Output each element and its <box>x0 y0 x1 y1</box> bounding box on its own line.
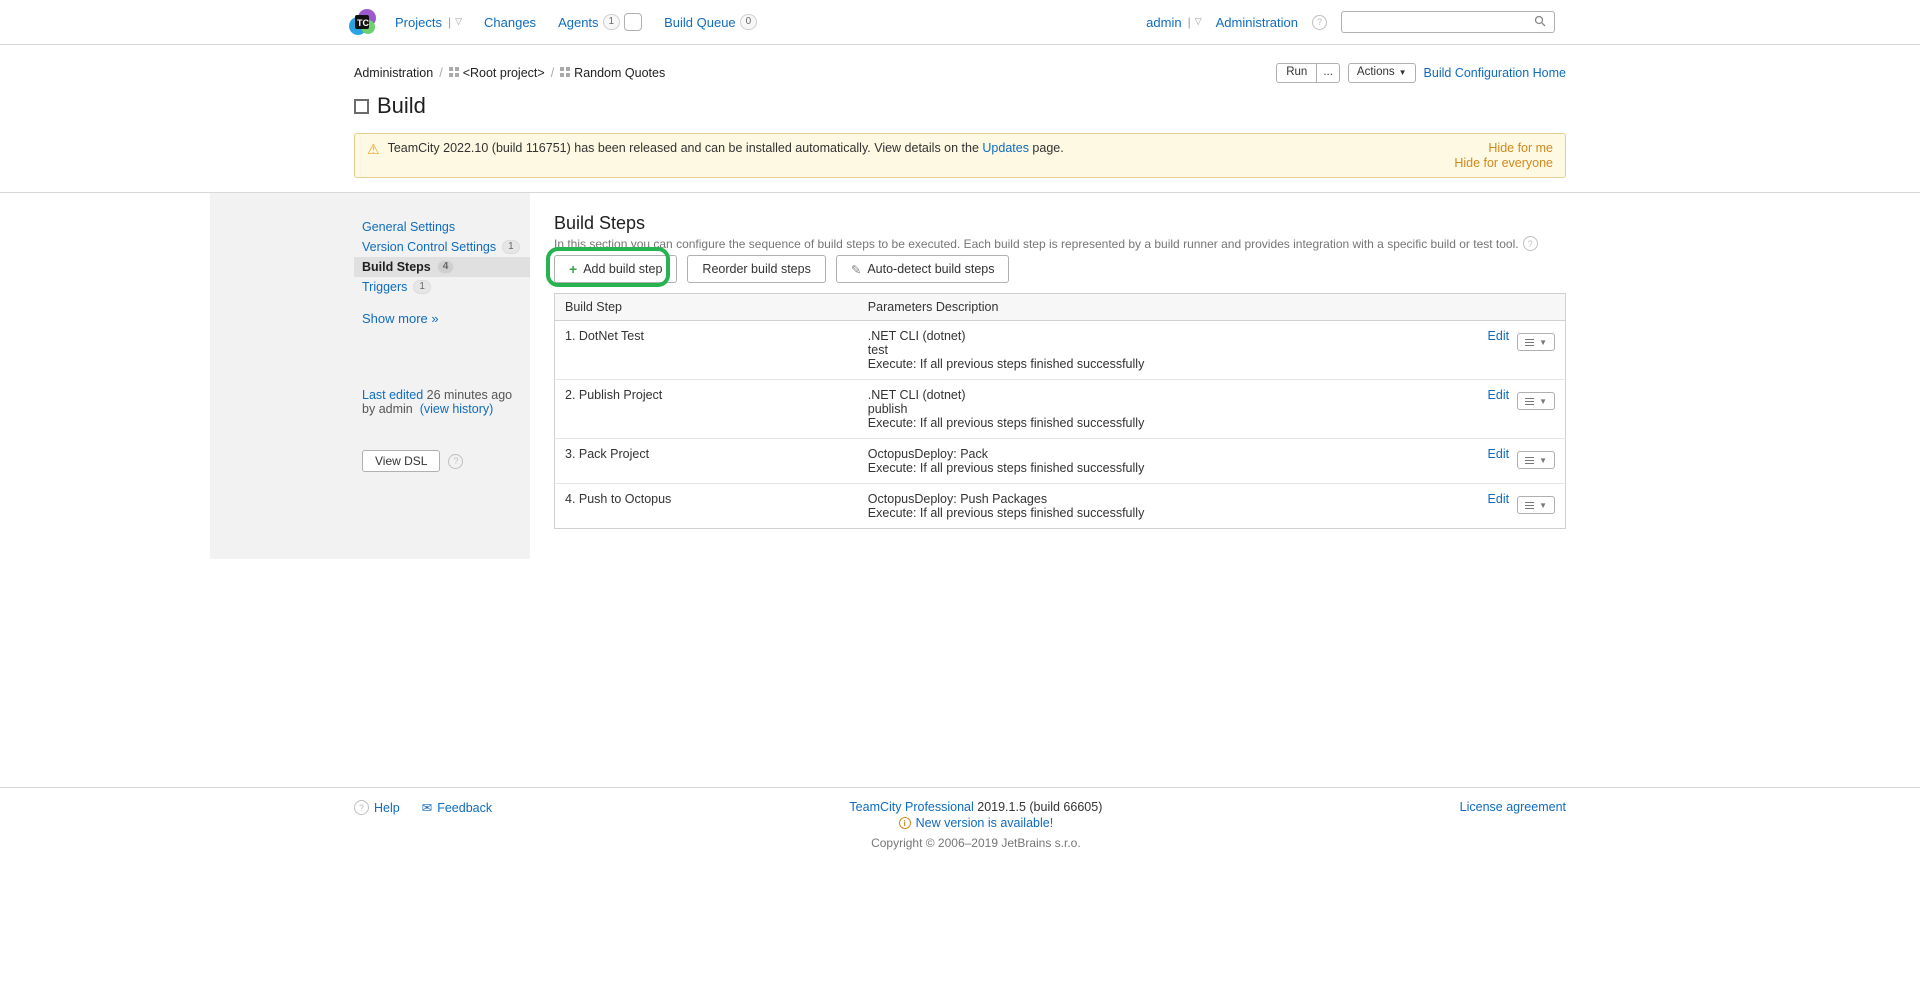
table-row: 1. DotNet Test.NET CLI (dotnet)testExecu… <box>555 321 1566 380</box>
search-box[interactable] <box>1341 11 1555 33</box>
hide-for-everyone-link[interactable]: Hide for everyone <box>1454 156 1553 170</box>
plus-icon: + <box>569 261 577 277</box>
view-dsl-button[interactable]: View DSL <box>362 450 440 472</box>
hide-for-me-link[interactable]: Hide for me <box>1454 141 1553 155</box>
svg-text:TC: TC <box>357 18 369 28</box>
row-menu-button[interactable]: ▼ <box>1517 451 1555 469</box>
help-icon[interactable]: ? <box>1523 236 1538 251</box>
row-menu-button[interactable]: ▼ <box>1517 333 1555 351</box>
sidebar-item-version-control-settings[interactable]: Version Control Settings 1 <box>354 237 530 257</box>
sidebar: General SettingsVersion Control Settings… <box>210 193 530 559</box>
help-icon: ? <box>354 800 369 815</box>
nav-changes[interactable]: Changes <box>484 15 536 30</box>
edit-link[interactable]: Edit <box>1488 447 1510 461</box>
add-build-step-button[interactable]: +Add build step <box>554 255 677 283</box>
edit-link[interactable]: Edit <box>1488 329 1510 343</box>
topbar: TC Projects |▽ Changes Agents 1 Build Qu… <box>0 0 1920 45</box>
crumb-project[interactable]: Random Quotes <box>560 66 665 80</box>
user-menu[interactable]: admin |▽ <box>1146 15 1201 30</box>
reorder-build-steps-button[interactable]: Reorder build steps <box>687 255 825 283</box>
queue-count-badge: 0 <box>740 14 758 30</box>
section-desc: In this section you can configure the se… <box>554 236 1566 251</box>
license-link[interactable]: License agreement <box>1460 800 1566 814</box>
copyright: Copyright © 2006–2019 JetBrains s.r.o. <box>849 836 1102 850</box>
actions-dropdown[interactable]: Actions▼ <box>1348 63 1416 83</box>
search-input[interactable] <box>1350 15 1534 29</box>
build-config-icon <box>354 99 369 114</box>
search-icon <box>1534 15 1546 30</box>
banner-text: TeamCity 2022.10 (build 116751) has been… <box>388 141 1064 155</box>
crumb-administration[interactable]: Administration <box>354 66 433 80</box>
updates-link[interactable]: Updates <box>982 141 1029 155</box>
footer-help-link[interactable]: ?Help <box>354 800 400 815</box>
footer-product-link[interactable]: TeamCity Professional <box>849 800 973 814</box>
show-more-link[interactable]: Show more » <box>362 311 439 326</box>
breadcrumb: Administration / <Root project> / Random… <box>354 66 665 80</box>
col-build-step: Build Step <box>555 294 858 321</box>
view-history-link[interactable]: (view history) <box>420 402 494 416</box>
section-title: Build Steps <box>554 213 1566 234</box>
col-params: Parameters Description <box>858 294 1456 321</box>
help-icon[interactable]: ? <box>1312 15 1327 30</box>
page-title: Build <box>354 89 1566 133</box>
nav-build-queue[interactable]: Build Queue 0 <box>664 14 757 30</box>
build-config-home-link[interactable]: Build Configuration Home <box>1424 66 1566 80</box>
warning-icon: ⚠ <box>367 141 380 158</box>
row-menu-button[interactable]: ▼ <box>1517 496 1555 514</box>
nav-projects[interactable]: Projects |▽ <box>395 15 462 30</box>
edit-link[interactable]: Edit <box>1488 388 1510 402</box>
wand-icon: ✎ <box>851 262 861 277</box>
nav-agents[interactable]: Agents 1 <box>558 13 642 31</box>
sidebar-item-build-steps[interactable]: Build Steps 4 <box>354 257 530 277</box>
table-row: 4. Push to OctopusOctopusDeploy: Push Pa… <box>555 484 1566 529</box>
run-more-button[interactable]: ... <box>1316 63 1340 83</box>
table-row: 2. Publish Project.NET CLI (dotnet)publi… <box>555 380 1566 439</box>
run-button[interactable]: Run <box>1276 63 1316 83</box>
edit-link[interactable]: Edit <box>1488 492 1510 506</box>
last-edited-meta: Last edited 26 minutes ago by admin (vie… <box>354 388 530 416</box>
project-icon <box>560 67 570 80</box>
update-banner: ⚠ TeamCity 2022.10 (build 116751) has be… <box>354 133 1566 178</box>
help-icon[interactable]: ? <box>448 454 463 469</box>
row-menu-button[interactable]: ▼ <box>1517 392 1555 410</box>
teamcity-logo[interactable]: TC <box>347 7 377 37</box>
info-icon: i <box>899 817 911 829</box>
agents-count-badge: 1 <box>603 14 621 30</box>
mail-icon: ✉ <box>422 800 432 815</box>
sidebar-item-general-settings[interactable]: General Settings <box>354 217 530 237</box>
build-steps-table: Build Step Parameters Description 1. Dot… <box>554 293 1566 529</box>
administration-link[interactable]: Administration <box>1216 15 1298 30</box>
autodetect-build-steps-button[interactable]: ✎Auto-detect build steps <box>836 255 1010 283</box>
table-row: 3. Pack ProjectOctopusDeploy: PackExecut… <box>555 439 1566 484</box>
nav-links: Projects |▽ Changes Agents 1 Build Queue… <box>395 13 757 31</box>
new-version-link[interactable]: New version is available! <box>916 816 1054 830</box>
agents-square-icon[interactable] <box>624 13 642 31</box>
project-icon <box>449 67 459 80</box>
footer-feedback-link[interactable]: ✉Feedback <box>422 800 492 815</box>
crumb-root[interactable]: <Root project> <box>449 66 545 80</box>
sidebar-item-triggers[interactable]: Triggers 1 <box>354 277 530 297</box>
last-edited-link[interactable]: Last edited <box>362 388 423 402</box>
